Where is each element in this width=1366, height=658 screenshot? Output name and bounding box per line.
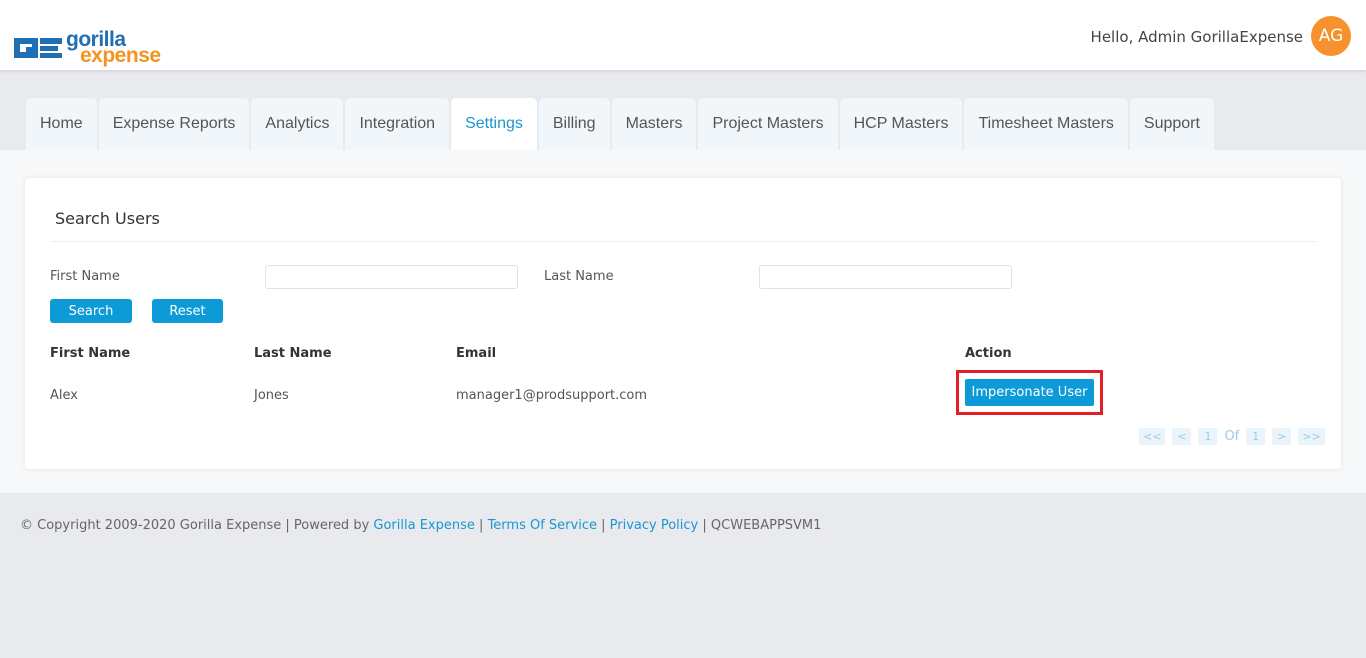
card-divider (50, 241, 1316, 242)
powered-by-text: | Powered by (285, 518, 370, 533)
tab-hcp-masters[interactable]: HCP Masters (839, 98, 963, 150)
col-header-last-name: Last Name (254, 346, 332, 361)
tab-settings[interactable]: Settings (451, 98, 537, 150)
copyright-text: Copyright 2009-2020 Gorilla Expense (37, 518, 282, 533)
footer-separator: | (479, 518, 484, 533)
col-header-action: Action (965, 346, 1012, 361)
tab-home[interactable]: Home (26, 98, 97, 150)
tab-billing[interactable]: Billing (538, 98, 610, 150)
col-header-email: Email (456, 346, 497, 361)
pager-prev-button[interactable]: < (1172, 428, 1192, 445)
last-name-input[interactable] (759, 265, 1012, 289)
server-name: QCWEBAPPSVM1 (710, 518, 822, 533)
page-footer: © Copyright 2009-2020 Gorilla Expense | … (0, 493, 1366, 658)
pager-last-button[interactable]: >> (1298, 428, 1325, 445)
user-greeting: Hello, Admin GorillaExpense (1090, 28, 1303, 46)
tab-support[interactable]: Support (1129, 98, 1214, 150)
gorilla-expense-link[interactable]: Gorilla Expense (373, 518, 474, 533)
first-name-input[interactable] (265, 265, 518, 289)
card-title: Search Users (55, 209, 160, 228)
footer-text: © Copyright 2009-2020 Gorilla Expense | … (20, 518, 821, 533)
top-header: gorilla expense Hello, Admin GorillaExpe… (0, 0, 1366, 70)
tab-analytics[interactable]: Analytics (251, 98, 344, 150)
cell-first-name: Alex (50, 388, 78, 403)
search-users-card: Search Users First Name Last Name Search… (25, 178, 1341, 469)
pagination: << < 1 Of 1 > >> (1132, 428, 1325, 445)
tab-masters[interactable]: Masters (611, 98, 697, 150)
impersonate-user-button[interactable]: Impersonate User (965, 379, 1094, 406)
footer-separator: | (601, 518, 606, 533)
privacy-policy-link[interactable]: Privacy Policy (610, 518, 699, 533)
col-header-first-name: First Name (50, 346, 131, 361)
tab-expense-reports[interactable]: Expense Reports (98, 98, 250, 150)
main-nav: Home Expense Reports Analytics Integrati… (26, 98, 1216, 150)
cell-last-name: Jones (254, 388, 289, 403)
pager-total-pages: 1 (1246, 428, 1266, 445)
tab-timesheet-masters[interactable]: Timesheet Masters (964, 98, 1128, 150)
tab-project-masters[interactable]: Project Masters (698, 98, 838, 150)
footer-separator: | (702, 518, 707, 533)
logo-word-expense: expense (80, 44, 161, 67)
last-name-label: Last Name (544, 269, 614, 284)
tab-integration[interactable]: Integration (345, 98, 450, 150)
terms-of-service-link[interactable]: Terms Of Service (488, 518, 597, 533)
copyright-icon: © (20, 518, 33, 533)
search-button[interactable]: Search (50, 299, 132, 323)
first-name-label: First Name (50, 269, 120, 284)
pager-current-page[interactable]: 1 (1198, 428, 1218, 445)
cell-email: manager1@prodsupport.com (456, 388, 648, 403)
gorilla-expense-logo[interactable]: gorilla expense (14, 28, 164, 70)
pager-next-button[interactable]: > (1272, 428, 1292, 445)
pager-first-button[interactable]: << (1139, 428, 1166, 445)
logo-mark-icon (14, 38, 62, 58)
reset-button[interactable]: Reset (152, 299, 223, 323)
pager-of-label: Of (1224, 429, 1240, 444)
user-avatar[interactable]: AG (1311, 16, 1351, 56)
